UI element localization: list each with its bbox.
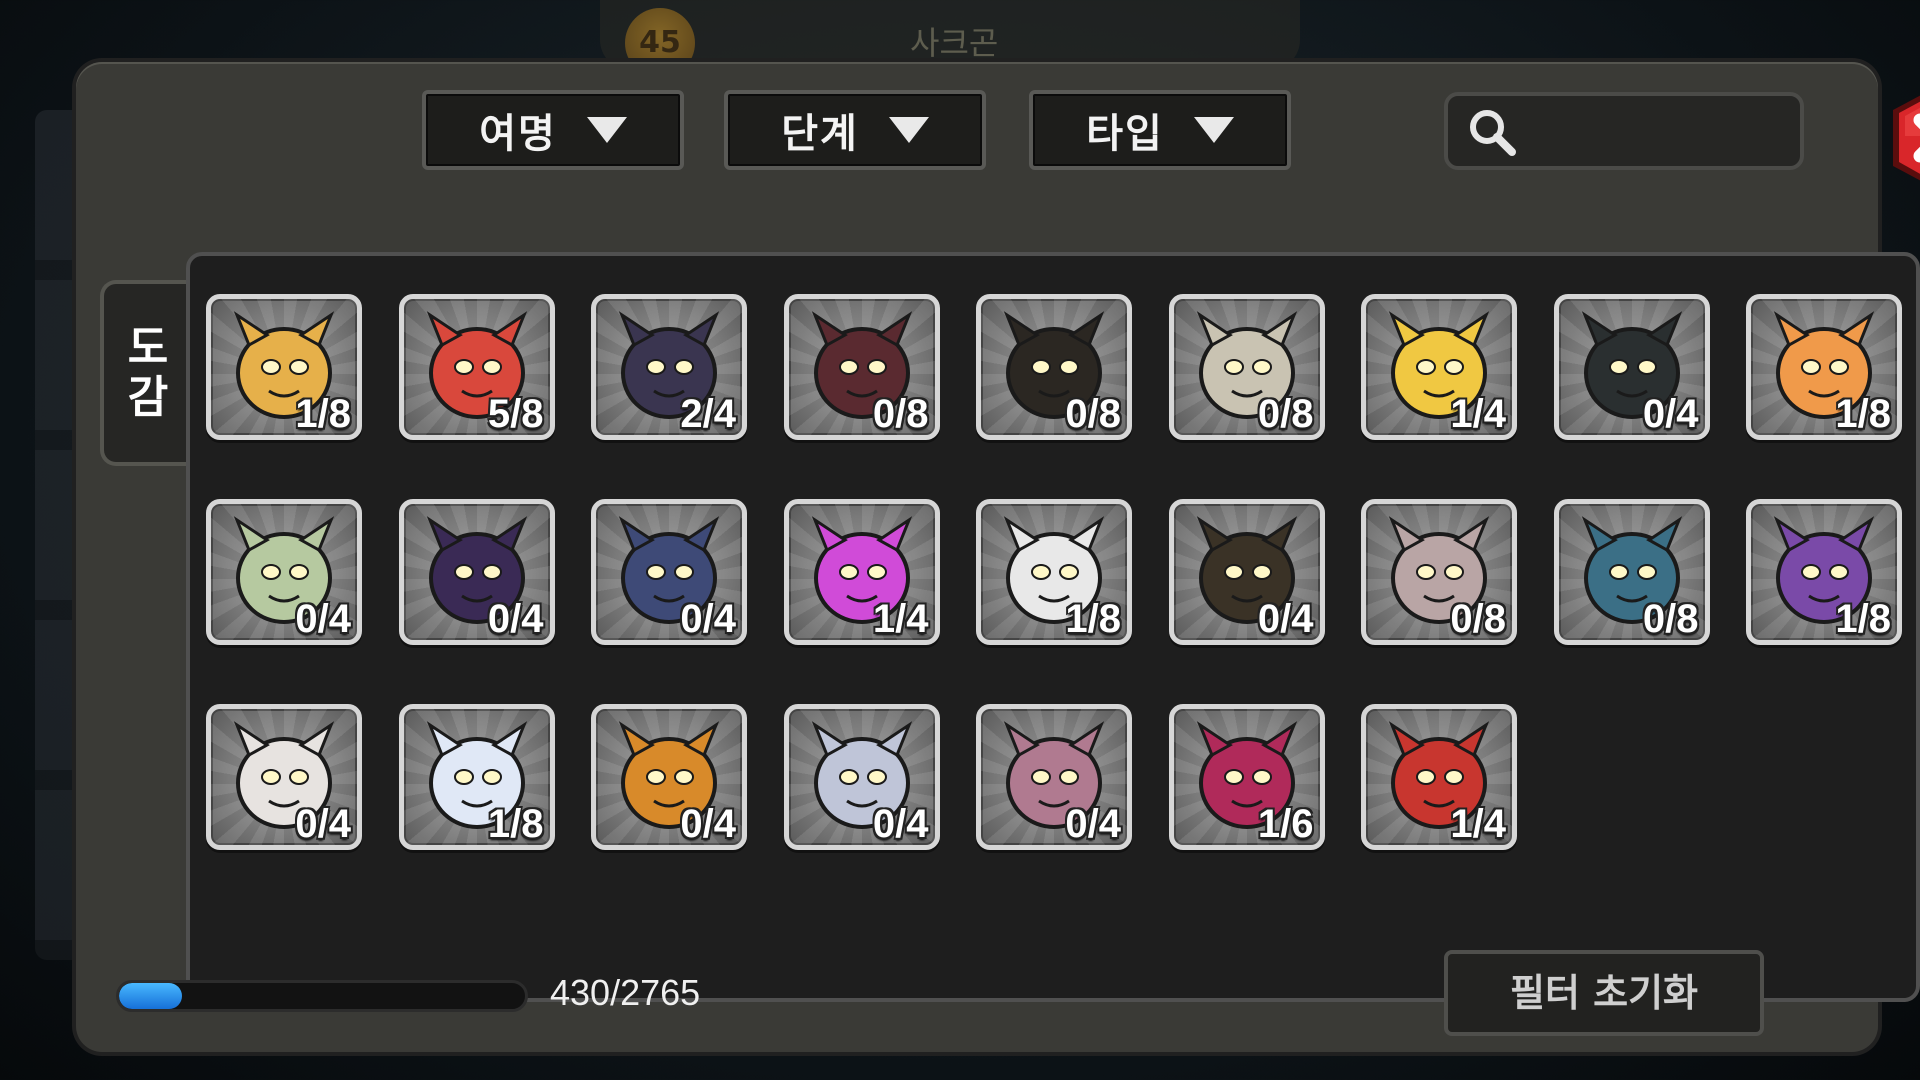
monster-slot[interactable]: 1/8 bbox=[206, 294, 362, 440]
monster-slot[interactable]: 2/4 bbox=[591, 294, 747, 440]
type-filter-dropdown[interactable]: 타입 bbox=[1029, 90, 1291, 170]
search-icon bbox=[1470, 110, 1516, 156]
collection-count: 5/8 bbox=[487, 392, 544, 436]
monster-slot[interactable]: 1/8 bbox=[976, 499, 1132, 645]
monster-slot[interactable]: 0/8 bbox=[783, 294, 940, 440]
chevron-down-icon bbox=[888, 117, 929, 143]
collection-count: 1/8 bbox=[1065, 597, 1121, 641]
monster-slot[interactable]: 1/8 bbox=[1746, 499, 1902, 645]
monster-slot[interactable]: 0/8 bbox=[1361, 499, 1517, 645]
monster-slot[interactable]: 1/4 bbox=[783, 499, 940, 645]
collection-count: 0/8 bbox=[1642, 597, 1699, 641]
monster-slot[interactable]: 0/4 bbox=[1168, 499, 1325, 645]
collection-count: 0/4 bbox=[1257, 597, 1314, 641]
monster-slot[interactable]: 0/8 bbox=[976, 294, 1132, 440]
monster-slot[interactable]: 1/8 bbox=[398, 704, 555, 850]
grade-filter-dropdown[interactable]: 여명 bbox=[422, 90, 684, 170]
collection-count: 0/4 bbox=[872, 802, 929, 846]
monster-slot[interactable]: 0/8 bbox=[1168, 294, 1325, 440]
collection-count: 1/4 bbox=[872, 597, 929, 641]
collection-count: 1/6 bbox=[1257, 802, 1314, 846]
monster-slot[interactable]: 0/4 bbox=[591, 499, 747, 645]
collection-count: 0/8 bbox=[1065, 392, 1121, 436]
collection-count: 0/8 bbox=[872, 392, 929, 436]
chevron-down-icon bbox=[1193, 117, 1234, 143]
close-button[interactable] bbox=[1888, 84, 1920, 194]
collection-count: 0/4 bbox=[680, 802, 736, 846]
monster-slot[interactable]: 0/4 bbox=[976, 704, 1132, 850]
collection-count: 0/4 bbox=[1642, 392, 1699, 436]
monster-slot[interactable]: 1/4 bbox=[1361, 704, 1517, 850]
tab-encyclopedia[interactable]: 도 감 bbox=[100, 280, 192, 466]
stage-filter-label: 단계 bbox=[781, 111, 859, 157]
collection-progress-bar bbox=[116, 980, 528, 1012]
reset-filter-button[interactable]: 필터 초기화 bbox=[1444, 950, 1764, 1036]
stage-filter-dropdown[interactable]: 단계 bbox=[724, 90, 986, 170]
collection-count: 1/8 bbox=[295, 392, 351, 436]
collection-count: 2/4 bbox=[680, 392, 736, 436]
collection-count: 0/8 bbox=[1257, 392, 1314, 436]
collection-count: 0/8 bbox=[1450, 597, 1506, 641]
monster-slot[interactable]: 0/8 bbox=[1553, 499, 1710, 645]
chevron-down-icon bbox=[586, 117, 627, 143]
collection-count: 0/4 bbox=[295, 597, 351, 641]
type-filter-label: 타입 bbox=[1086, 111, 1164, 157]
monster-slot[interactable]: 0/4 bbox=[783, 704, 940, 850]
collection-grid: 1/8 5/8 2/4 0/8 0/8 0/8 1/4 0/4 1/8 0/4 0/4 0/4 1/4 1… bbox=[186, 252, 1920, 1002]
monster-slot[interactable]: 0/4 bbox=[206, 704, 362, 850]
collection-panel: 여명 단계 타입 도 감 1/8 5/8 2/4 0/8 0/8 0/8 1/4 0/4 1/8… bbox=[76, 62, 1920, 1052]
collection-progress-text: 430/2765 bbox=[550, 972, 701, 1013]
monster-slot[interactable]: 0/4 bbox=[591, 704, 747, 850]
collection-count: 0/4 bbox=[487, 597, 544, 641]
tab-label-line1: 도 bbox=[127, 322, 169, 373]
monster-slot[interactable]: 1/6 bbox=[1168, 704, 1325, 850]
monster-slot[interactable]: 1/4 bbox=[1361, 294, 1517, 440]
monster-slot[interactable]: 5/8 bbox=[398, 294, 555, 440]
monster-slot[interactable]: 0/4 bbox=[398, 499, 555, 645]
collection-count: 1/8 bbox=[487, 802, 544, 846]
collection-count: 1/4 bbox=[1450, 802, 1506, 846]
tab-label-line2: 감 bbox=[127, 372, 169, 423]
grade-filter-label: 여명 bbox=[479, 111, 557, 157]
collection-count: 0/4 bbox=[1065, 802, 1121, 846]
collection-count: 0/4 bbox=[295, 802, 351, 846]
monster-slot[interactable]: 1/8 bbox=[1746, 294, 1902, 440]
search-input[interactable] bbox=[1444, 92, 1804, 170]
monster-slot[interactable]: 0/4 bbox=[1553, 294, 1710, 440]
collection-count: 0/4 bbox=[680, 597, 736, 641]
player-name: 사크곤 bbox=[910, 24, 999, 62]
progress-fill bbox=[119, 983, 182, 1009]
collection-count: 1/8 bbox=[1835, 597, 1891, 641]
monster-slot[interactable]: 0/4 bbox=[206, 499, 362, 645]
collection-count: 1/8 bbox=[1835, 392, 1891, 436]
collection-count: 1/4 bbox=[1450, 392, 1506, 436]
